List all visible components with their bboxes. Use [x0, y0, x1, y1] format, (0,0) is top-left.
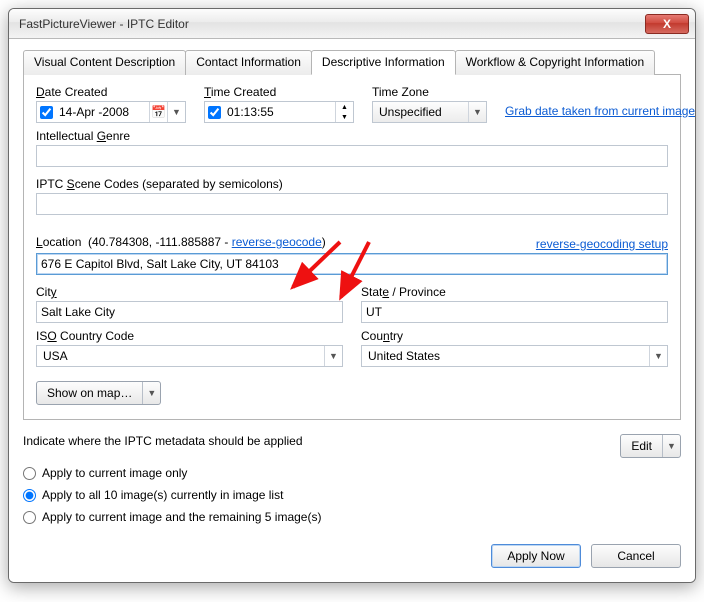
reverse-geocoding-setup-link[interactable]: reverse-geocoding setup: [536, 237, 668, 251]
timezone-value: Unspecified: [373, 105, 468, 119]
dialog-window: FastPictureViewer - IPTC Editor X Visual…: [8, 8, 696, 583]
spinner-buttons[interactable]: ▲ ▼: [335, 102, 353, 122]
tab-panel-descriptive: Date Created 14-Apr -2008 📅 ▼ Time Creat…: [23, 75, 681, 420]
date-created-checkbox[interactable]: [40, 106, 53, 119]
location-label: Location (40.784308, -111.885887 - rever…: [36, 235, 326, 249]
time-created-spinner[interactable]: 01:13:55 ▲ ▼: [204, 101, 354, 123]
chevron-down-icon[interactable]: ▼: [142, 382, 160, 404]
show-on-map-button[interactable]: Show on map… ▼: [36, 381, 161, 405]
intellectual-genre-input[interactable]: [36, 145, 668, 167]
chevron-down-icon[interactable]: ▼: [167, 102, 185, 122]
time-created-checkbox[interactable]: [208, 106, 221, 119]
date-created-picker[interactable]: 14-Apr -2008 📅 ▼: [36, 101, 186, 123]
close-button[interactable]: X: [645, 14, 689, 34]
apply-prompt: Indicate where the IPTC metadata should …: [23, 434, 303, 448]
edit-button[interactable]: Edit ▼: [620, 434, 681, 458]
iso-label: ISO Country Code: [36, 329, 343, 343]
client-area: Visual Content Description Contact Infor…: [9, 39, 695, 582]
chevron-down-icon[interactable]: ▼: [649, 346, 667, 366]
city-input[interactable]: [36, 301, 343, 323]
chevron-up-icon[interactable]: ▲: [336, 102, 353, 112]
radio-all-images[interactable]: Apply to all 10 image(s) currently in im…: [23, 488, 681, 502]
window-title: FastPictureViewer - IPTC Editor: [19, 17, 645, 31]
country-label: Country: [361, 329, 668, 343]
close-icon: X: [663, 17, 671, 31]
location-input[interactable]: [36, 253, 668, 275]
tab-contact-info[interactable]: Contact Information: [185, 50, 312, 75]
chevron-down-icon[interactable]: ▼: [324, 346, 342, 366]
radio-remaining-images[interactable]: Apply to current image and the remaining…: [23, 510, 681, 524]
tab-descriptive-info[interactable]: Descriptive Information: [311, 50, 456, 75]
reverse-geocode-link[interactable]: reverse-geocode: [232, 235, 322, 249]
timezone-combo[interactable]: Unspecified ▼: [372, 101, 487, 123]
state-input[interactable]: [361, 301, 668, 323]
tabstrip: Visual Content Description Contact Infor…: [23, 49, 681, 75]
apply-scope-radios: Apply to current image only Apply to all…: [23, 466, 681, 524]
city-label: City: [36, 285, 343, 299]
timezone-label: Time Zone: [372, 85, 487, 99]
apply-now-button[interactable]: Apply Now: [491, 544, 581, 568]
time-created-value: 01:13:55: [223, 105, 335, 119]
calendar-icon[interactable]: 📅: [149, 102, 167, 122]
cancel-button[interactable]: Cancel: [591, 544, 681, 568]
scene-codes-label: IPTC Scene Codes (separated by semicolon…: [36, 177, 668, 191]
chevron-down-icon[interactable]: ▼: [662, 435, 680, 457]
country-combo[interactable]: United States ▼: [361, 345, 668, 367]
chevron-down-icon[interactable]: ▼: [468, 102, 486, 122]
iso-country-value: USA: [37, 349, 324, 363]
show-on-map-label: Show on map…: [37, 382, 142, 404]
chevron-down-icon[interactable]: ▼: [336, 112, 353, 122]
state-label: State / Province: [361, 285, 668, 299]
scene-codes-input[interactable]: [36, 193, 668, 215]
iso-country-combo[interactable]: USA ▼: [36, 345, 343, 367]
tab-workflow-copyright[interactable]: Workflow & Copyright Information: [455, 50, 656, 75]
grab-date-link[interactable]: Grab date taken from current image: [505, 104, 695, 118]
lower-panel: Indicate where the IPTC metadata should …: [23, 434, 681, 568]
tab-visual-content[interactable]: Visual Content Description: [23, 50, 186, 75]
titlebar: FastPictureViewer - IPTC Editor X: [9, 9, 695, 39]
intellectual-genre-label: Intellectual Genre: [36, 129, 668, 143]
date-created-value: 14-Apr -2008: [55, 105, 149, 119]
radio-current-only[interactable]: Apply to current image only: [23, 466, 681, 480]
country-value: United States: [362, 349, 649, 363]
edit-label: Edit: [621, 435, 662, 457]
time-created-label: Time Created: [204, 85, 354, 99]
date-created-label: Date Created: [36, 85, 186, 99]
